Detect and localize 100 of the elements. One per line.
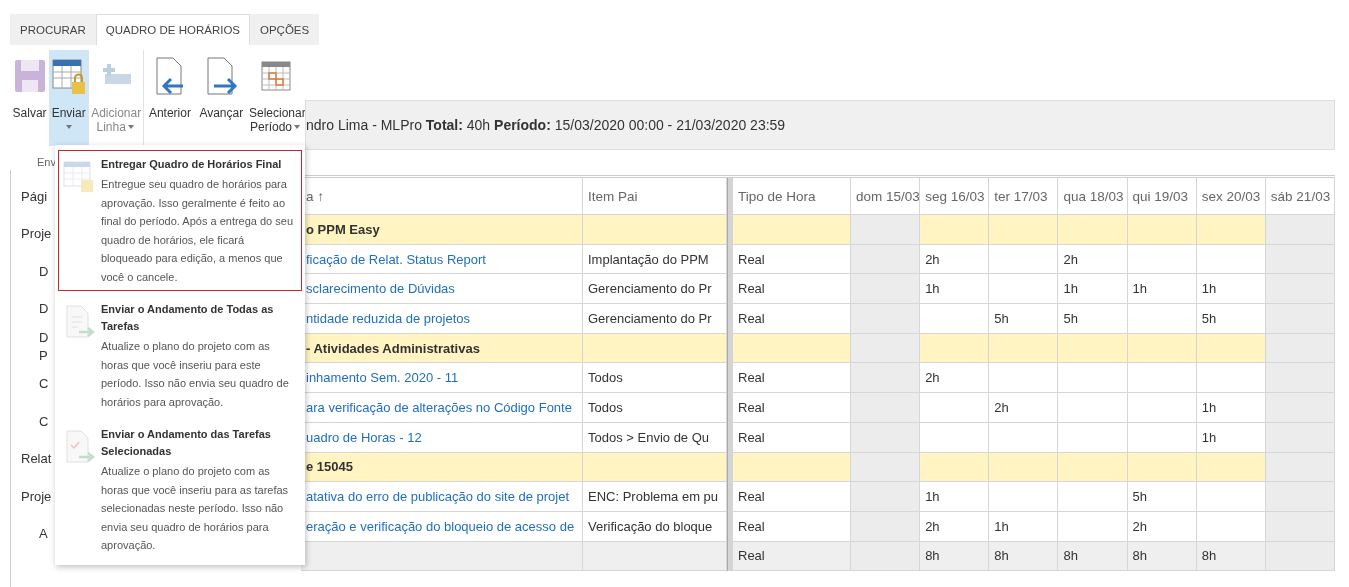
menu-item[interactable]: Enviar o Andamento das Tarefas Selecionadas Atualize o plano do projeto com as horas que você inseriu para as tarefas selecionadas neste período. Isso não envia seu quadro de horários para aprovação. xyxy=(58,420,302,560)
table-cell xyxy=(1127,333,1197,364)
ribbon-button[interactable]: Selecionar Período xyxy=(247,50,305,146)
column-header[interactable]: qui 19/03 xyxy=(1127,178,1197,215)
calendar-lock-icon xyxy=(51,56,86,96)
column-header[interactable]: qua 18/03 xyxy=(1058,178,1128,215)
column-header[interactable]: Tipo de Hora xyxy=(733,178,851,215)
ribbon-group-label: Env xyxy=(37,156,56,168)
table-cell xyxy=(989,244,1059,275)
table-cell xyxy=(1196,511,1266,542)
nav-item[interactable]: C xyxy=(39,412,49,431)
table-cell xyxy=(1196,482,1266,512)
table-cell: ENC: Problema em pu xyxy=(583,482,727,512)
nav-item[interactable]: C xyxy=(39,375,49,394)
task-link[interactable]: ntidade reduzida de projetos xyxy=(306,310,471,326)
table-cell: Real xyxy=(733,244,851,275)
menu-item-description: Atualize o plano do projeto com as horas que você inseriu para este período. Isso não envia seu quadro de horários para aprovação. xyxy=(101,339,290,410)
menu-item-title: Enviar o Andamento das Tarefas Selecionadas xyxy=(101,427,272,459)
nav-item[interactable]: Proje xyxy=(21,225,52,244)
table-cell: 2h xyxy=(920,244,990,275)
menu-item[interactable]: Enviar o Andamento de Todas as Tarefas Atualize o plano do projeto com as horas que você inseriu para este período. Isso não envia seu quadro de horários para aprovação. xyxy=(58,295,302,416)
table-cell xyxy=(851,422,921,453)
table-cell xyxy=(989,482,1059,512)
table-cell xyxy=(920,215,990,245)
table-cell: 1h xyxy=(1196,274,1266,305)
table-cell: Real xyxy=(733,482,851,512)
table-cell xyxy=(1196,244,1266,275)
table-cell: 1h xyxy=(1196,422,1266,453)
task-link[interactable]: uadro de Horas - 12 xyxy=(306,429,422,445)
table-cell xyxy=(1196,363,1266,394)
column-header[interactable]: dom 15/03 xyxy=(851,178,921,215)
task-link[interactable]: eração e verificação do bloqueio de acesso de xyxy=(306,518,575,534)
table-cell xyxy=(989,215,1059,245)
nav-item[interactable]: Relat xyxy=(21,450,52,469)
menu-item[interactable] xyxy=(58,150,302,291)
table-cell xyxy=(851,452,921,483)
table-cell xyxy=(851,244,921,275)
column-header[interactable]: sáb 21/03 xyxy=(1265,178,1335,215)
table-cell: 1h xyxy=(1127,274,1197,305)
nav-item[interactable]: D xyxy=(39,300,49,319)
column-header[interactable]: Item Pai xyxy=(583,178,727,215)
nav-item[interactable]: D xyxy=(39,262,49,281)
table-cell xyxy=(1265,541,1335,572)
table-cell xyxy=(1265,422,1335,453)
ribbon-button[interactable]: Anterior xyxy=(144,50,196,146)
ribbon-tab[interactable]: QUADRO DE HORÁRIOS xyxy=(95,14,250,45)
table-cell xyxy=(989,422,1059,453)
table-cell: 2h xyxy=(920,363,990,394)
table-cell: 8h xyxy=(1127,541,1197,572)
table-cell xyxy=(920,333,990,364)
table-cell xyxy=(1058,422,1128,453)
ribbon-button[interactable]: Salvar xyxy=(10,50,50,146)
table-cell: Todos xyxy=(583,393,727,423)
table-cell: 1h xyxy=(920,482,990,512)
document-arrow-icon xyxy=(63,305,95,339)
task-link[interactable]: ara verificação de alterações no Código Fonte xyxy=(306,399,572,415)
table-cell xyxy=(851,511,921,542)
table-cell: 2h xyxy=(1127,511,1197,542)
table-cell xyxy=(1127,393,1197,423)
nav-item[interactable]: Proje xyxy=(21,487,52,506)
task-link[interactable]: sclarecimento de Dúvidas xyxy=(306,281,455,297)
nav-item[interactable]: Pági xyxy=(21,187,48,206)
table-cell: 8h xyxy=(1196,541,1266,572)
menu-item-description: Atualize o plano do projeto com as horas que você inseriu para as tarefas selecionadas neste período. Isso não envia seu quadro de horários para aprovação. xyxy=(101,464,290,553)
ribbon-button[interactable]: Enviar xyxy=(49,50,90,146)
table-cell xyxy=(851,274,921,305)
nav-item[interactable]: D P xyxy=(39,328,49,365)
task-link[interactable]: ficação de Relat. Status Report xyxy=(306,251,486,267)
table-cell: Real xyxy=(733,393,851,423)
table-cell xyxy=(851,304,921,334)
table-cell: Todos > Envio de Qu xyxy=(583,422,727,453)
table-cell: 5h xyxy=(1058,304,1128,334)
calendar-lock-icon xyxy=(63,160,95,194)
table-cell: Todos xyxy=(583,363,727,394)
table-cell: 2h xyxy=(1058,244,1128,275)
menu-item-description: Entregue seu quadro de horários para aprovação. Isso geralmente é feito ao final do período. Após a entrega do seu quadro de horários, ele ficará bloqueado para edição, a menos que você o cancele. xyxy=(101,177,295,285)
table-cell: 8h xyxy=(920,541,990,572)
table-cell: 1h xyxy=(989,511,1059,542)
table-cell xyxy=(851,333,921,364)
table-cell: 8h xyxy=(989,541,1059,572)
column-header[interactable]: sex 20/03 xyxy=(1196,178,1266,215)
caret-icon xyxy=(65,124,72,129)
column-header[interactable]: seg 16/03 xyxy=(920,178,990,215)
table-cell xyxy=(1265,511,1335,542)
table-cell xyxy=(851,482,921,512)
task-link[interactable]: inhamento Sem. 2020 - 11 xyxy=(306,370,459,386)
table-cell xyxy=(1196,452,1266,483)
nav-item[interactable]: A xyxy=(39,525,48,544)
table-cell xyxy=(1127,304,1197,334)
table-cell: Real xyxy=(733,274,851,305)
column-header[interactable]: ter 17/03 xyxy=(989,178,1059,215)
task-link[interactable]: atativa do erro de publicação do site de projet xyxy=(306,489,570,505)
table-cell xyxy=(989,274,1059,305)
table-cell: 5h xyxy=(1127,482,1197,512)
table-cell xyxy=(1058,333,1128,364)
table-cell xyxy=(851,215,921,245)
table-cell xyxy=(989,363,1059,394)
ribbon-button[interactable]: Avançar xyxy=(195,50,247,146)
table-cell xyxy=(1127,452,1197,483)
table-cell: 2h xyxy=(920,511,990,542)
